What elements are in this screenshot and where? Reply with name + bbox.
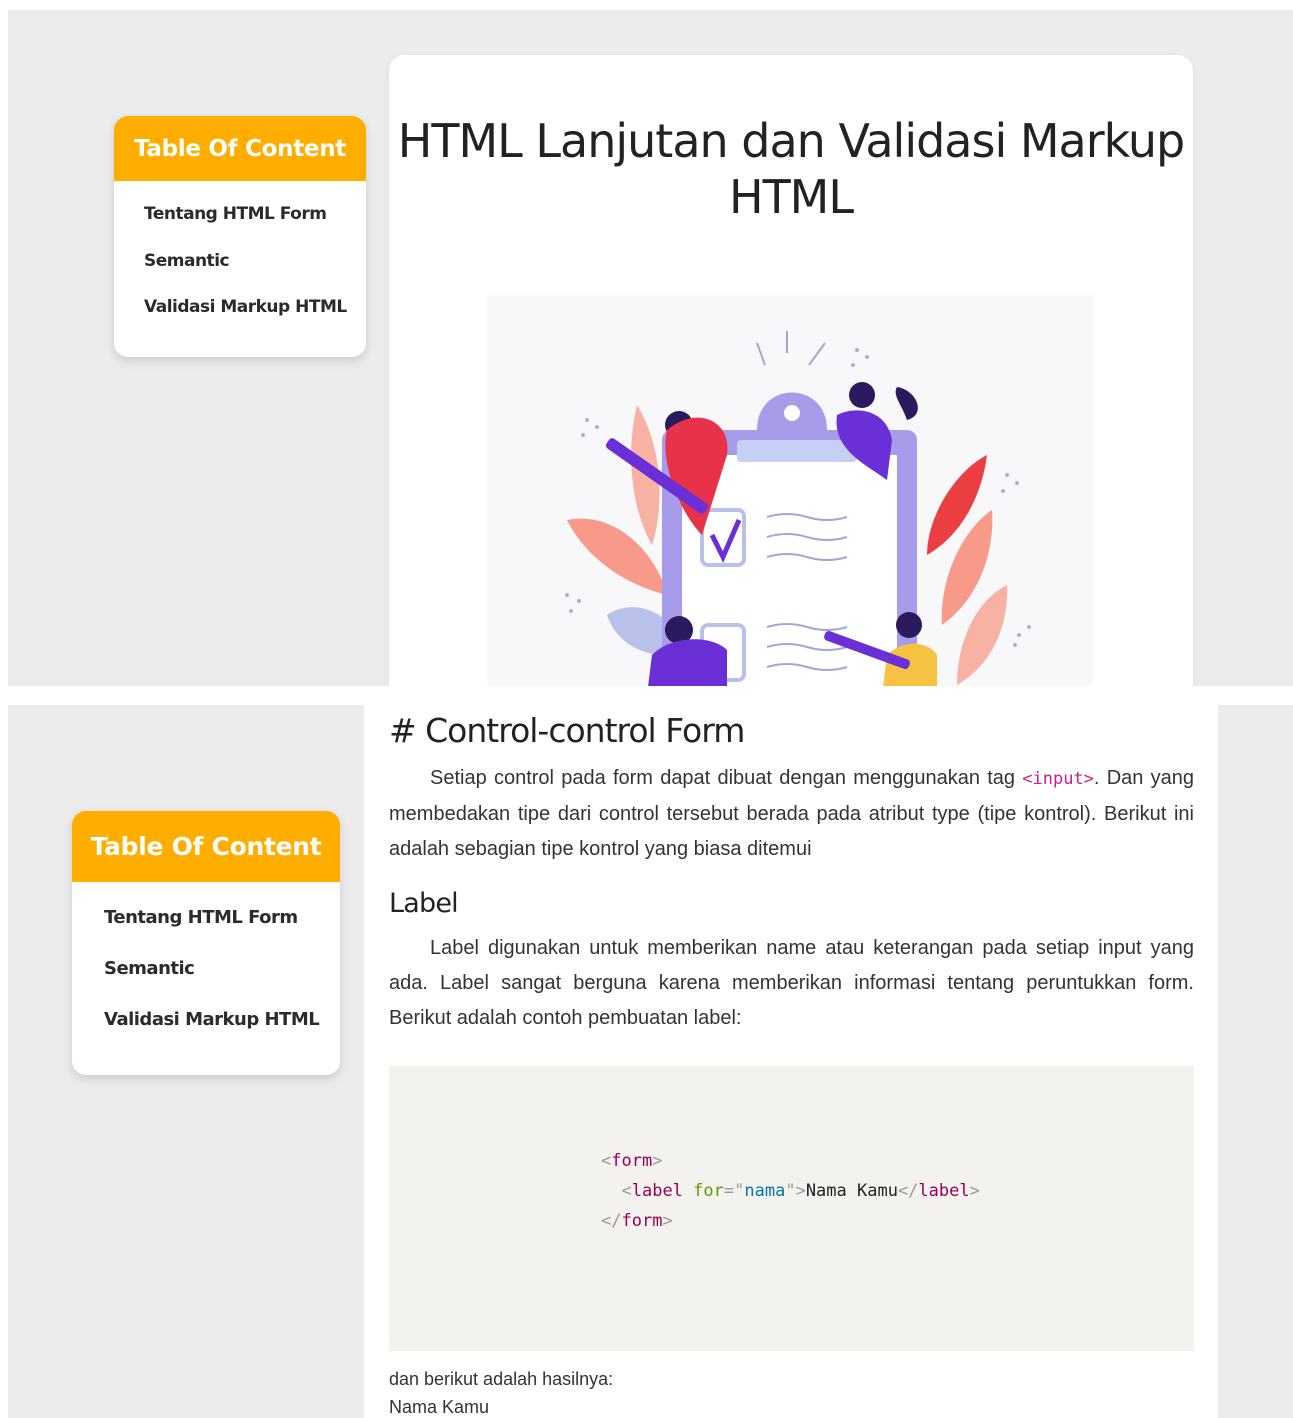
article-content: # Control-control Form Setiap control pa… <box>389 711 1194 1418</box>
table-of-content-card: Table Of Content Tentang HTML Form Seman… <box>114 116 366 357</box>
toc-list: Tentang HTML Form Semantic Validasi Mark… <box>114 181 366 342</box>
bottom-screenshot-panel: Table Of Content Tentang HTML Form Seman… <box>8 705 1293 1418</box>
table-of-content-card: Table Of Content Tentang HTML Form Seman… <box>72 811 340 1075</box>
toc-heading: Table Of Content <box>72 811 340 882</box>
toc-link-semantic[interactable]: Semantic <box>114 249 366 296</box>
toc-list-item: Validasi Markup HTML <box>114 295 366 342</box>
clipboard-checklist-illustration <box>487 295 1093 686</box>
page-title: HTML Lanjutan dan Validasi Markup HTML <box>397 114 1185 224</box>
toc-link-validasi-markup-html[interactable]: Validasi Markup HTML <box>114 295 366 342</box>
toc-list-item: Tentang HTML Form <box>114 202 366 249</box>
article-card: # Control-control Form Setiap control pa… <box>364 705 1218 1418</box>
intro-text-start: Setiap control pada form dapat dibuat de… <box>430 767 1023 789</box>
result-label-nama-kamu: Nama Kamu <box>389 1397 490 1417</box>
section-heading-control-form: # Control-control Form <box>389 711 745 750</box>
label-paragraph: Label digunakan untuk memberikan name at… <box>389 937 1194 1029</box>
subheading-label: Label <box>389 888 459 919</box>
toc-link-semantic[interactable]: Semantic <box>72 957 340 1008</box>
article-card: HTML Lanjutan dan Validasi Markup HTML <box>389 55 1193 686</box>
toc-list-item: Validasi Markup HTML <box>72 1008 340 1059</box>
code-snippet: <form> <label for="nama">Nama Kamu</labe… <box>601 1151 980 1231</box>
toc-list-item: Semantic <box>72 957 340 1008</box>
result-caption: dan berikut adalah hasilnya: <box>389 1369 614 1389</box>
toc-heading: Table Of Content <box>114 116 366 181</box>
inline-code-input-tag: <input> <box>1022 769 1094 789</box>
intro-paragraph: Setiap control pada form dapat dibuat de… <box>389 761 1194 867</box>
toc-link-validasi-markup-html[interactable]: Validasi Markup HTML <box>72 1008 340 1059</box>
top-screenshot-panel: Table Of Content Tentang HTML Form Seman… <box>8 10 1293 686</box>
code-block: <form> <label for="nama">Nama Kamu</labe… <box>389 1066 1194 1351</box>
toc-link-tentang-html-form[interactable]: Tentang HTML Form <box>114 202 366 249</box>
toc-link-tentang-html-form[interactable]: Tentang HTML Form <box>72 906 340 957</box>
toc-list-item: Semantic <box>114 249 366 296</box>
toc-list: Tentang HTML Form Semantic Validasi Mark… <box>72 882 340 1059</box>
toc-list-item: Tentang HTML Form <box>72 906 340 957</box>
